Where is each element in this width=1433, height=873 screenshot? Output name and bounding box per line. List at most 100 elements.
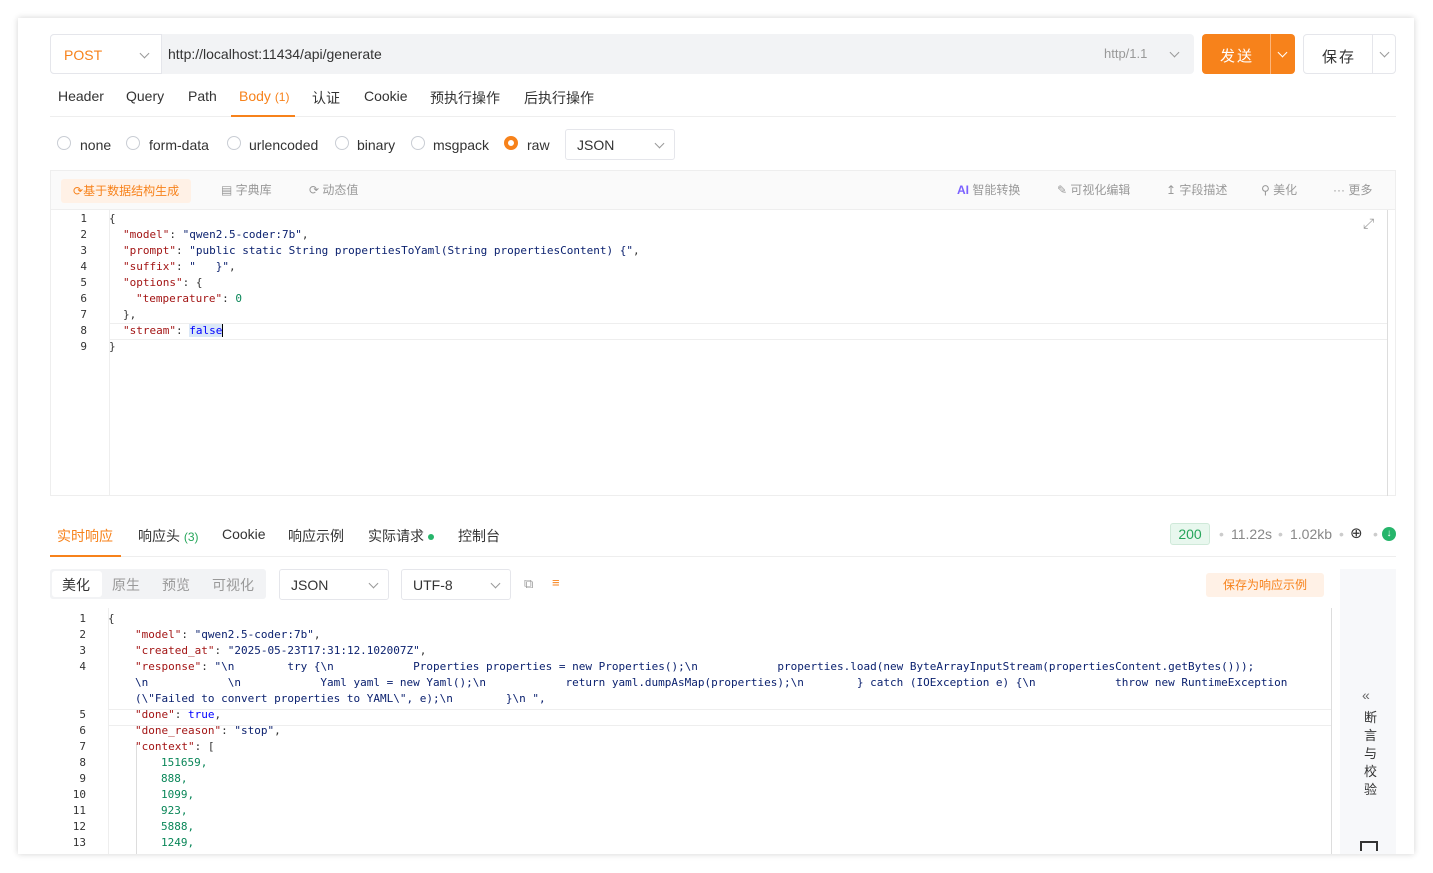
tab-body-count: (1) xyxy=(274,90,290,104)
body-format-select[interactable]: JSON xyxy=(565,129,675,160)
radio-none[interactable] xyxy=(57,136,71,150)
json-value: true xyxy=(188,708,215,721)
encoding-select[interactable]: UTF-8 xyxy=(401,569,511,600)
radio-label-none: none xyxy=(80,137,112,153)
globe-icon[interactable]: ⊕ xyxy=(1350,524,1363,542)
radio-raw[interactable] xyxy=(504,136,518,150)
beautify-label: 美化 xyxy=(1273,183,1298,197)
ai-convert-button[interactable]: AI 智能转换 xyxy=(957,171,1020,209)
generate-from-schema-button[interactable]: ⟳基于数据结构生成 xyxy=(61,179,192,203)
send-options-chevron-icon[interactable] xyxy=(1277,47,1288,58)
wrap-icon[interactable]: ≡ xyxy=(552,575,560,590)
chevron-down-icon xyxy=(490,578,501,589)
beautify-button[interactable]: ⚲ 美化 xyxy=(1261,171,1297,209)
save-button[interactable]: 保存 xyxy=(1303,34,1396,74)
method-select[interactable]: POST xyxy=(50,34,162,74)
line-number: 1 xyxy=(80,212,87,225)
visual-edit-button[interactable]: ✎ 可视化编辑 xyxy=(1057,171,1130,209)
field-desc-button[interactable]: ↥ 字段描述 xyxy=(1166,171,1227,209)
panel-icon[interactable] xyxy=(1360,841,1378,851)
json-key: "model" xyxy=(135,628,182,641)
radio-form-data[interactable] xyxy=(126,136,140,150)
mode-visualize[interactable]: 可视化 xyxy=(212,575,254,595)
line-number: 9 xyxy=(79,772,86,785)
code-line: "suffix": " }", xyxy=(123,260,236,273)
scrollbar-track xyxy=(1331,608,1332,854)
tab-cookie[interactable]: Cookie xyxy=(364,88,408,104)
json-value: "qwen2.5-coder:7b" xyxy=(194,628,314,641)
mode-raw[interactable]: 原生 xyxy=(112,575,140,595)
line-number: 7 xyxy=(79,740,86,753)
code-line: "done_reason": "stop", xyxy=(135,724,281,737)
json-value: "\n try {\n Properties properties = new … xyxy=(214,660,1255,673)
line-number: 11 xyxy=(72,804,86,817)
tab-live-response[interactable]: 实时响应 xyxy=(57,526,113,546)
radio-urlencoded[interactable] xyxy=(227,136,241,150)
copy-icon[interactable]: ⧉ xyxy=(524,576,533,592)
response-format-select[interactable]: JSON xyxy=(279,569,389,600)
divider xyxy=(1270,34,1271,74)
tab-label: 响应头 xyxy=(138,528,180,544)
radio-msgpack[interactable] xyxy=(411,136,425,150)
tab-query[interactable]: Query xyxy=(126,88,164,104)
collapse-left-icon[interactable]: « xyxy=(1362,687,1370,703)
send-button[interactable]: 发送 xyxy=(1202,34,1295,74)
response-body-viewer[interactable]: 1 2 3 4 5 6 7 8 9 10 11 12 13 { "model":… xyxy=(50,608,1340,854)
json-value: "public static String propertiesToYaml(S… xyxy=(189,244,633,257)
line-number: 10 xyxy=(72,788,86,801)
more-button[interactable]: ··· 更多 xyxy=(1333,171,1372,209)
field-desc-label: 字段描述 xyxy=(1179,183,1228,197)
radio-label-form-data: form-data xyxy=(149,137,209,153)
tab-post-script[interactable]: 后执行操作 xyxy=(524,88,594,108)
json-value: "qwen2.5-coder:7b" xyxy=(182,228,302,241)
line-number: 8 xyxy=(79,756,86,769)
response-size: 1.02kb xyxy=(1290,526,1333,542)
tab-auth[interactable]: 认证 xyxy=(312,88,340,108)
tab-console[interactable]: 控制台 xyxy=(458,526,500,546)
save-options-chevron-icon[interactable] xyxy=(1379,47,1390,58)
context-item: 1249, xyxy=(161,836,195,849)
line-number: 5 xyxy=(80,276,87,289)
assertion-side-panel[interactable]: « 断 言 与 校 验 xyxy=(1340,569,1396,854)
upload-icon: ↥ xyxy=(1166,183,1180,197)
context-item: 923, xyxy=(161,804,188,817)
mode-beautify[interactable]: 美化 xyxy=(62,575,90,595)
save-as-example-button[interactable]: 保存为响应示例 xyxy=(1206,573,1324,597)
gutter-divider xyxy=(108,608,109,854)
dynamic-value-button[interactable]: ⟳ 动态值 xyxy=(309,171,358,209)
dictionary-button[interactable]: ▤ 字典库 xyxy=(221,171,272,209)
json-key: "created_at" xyxy=(135,644,215,657)
download-icon[interactable]: ↓ xyxy=(1382,527,1396,541)
scrollbar-track xyxy=(1387,210,1388,496)
code-line: } xyxy=(109,340,116,353)
tab-response-example[interactable]: 响应示例 xyxy=(288,526,344,546)
code-line-wrapped: (\"Failed to convert properties to YAML\… xyxy=(135,692,546,705)
method-label: POST xyxy=(64,47,103,63)
protocol-select[interactable]: http/1.1 xyxy=(1104,46,1147,61)
mode-preview[interactable]: 预览 xyxy=(162,575,190,595)
separator-dot: • xyxy=(1219,526,1224,542)
radio-binary[interactable] xyxy=(335,136,349,150)
request-body-editor[interactable]: ⤢ 1 2 3 4 5 6 7 8 9 { "model": "qwen2.5-… xyxy=(50,210,1396,496)
tab-response-cookie[interactable]: Cookie xyxy=(222,526,266,542)
status-dot-icon xyxy=(428,534,434,541)
json-key: "context" xyxy=(135,740,195,753)
url-input[interactable]: http://localhost:11434/api/generate xyxy=(168,46,382,62)
json-key: "done" xyxy=(135,708,175,721)
tab-pre-script[interactable]: 预执行操作 xyxy=(430,88,500,108)
wand-icon: ⚲ xyxy=(1261,183,1274,197)
generate-label: 基于数据结构生成 xyxy=(83,184,180,198)
context-item: 1099, xyxy=(161,788,195,801)
line-number: 3 xyxy=(80,244,87,257)
current-line-highlight xyxy=(109,709,1331,726)
tab-header[interactable]: Header xyxy=(58,88,104,104)
tab-actual-request[interactable]: 实际请求 xyxy=(368,526,434,546)
tab-path[interactable]: Path xyxy=(188,88,217,104)
code-line: "temperature": 0 xyxy=(136,292,242,305)
expand-icon[interactable]: ⤢ xyxy=(1363,216,1374,232)
tab-body[interactable]: Body (1) xyxy=(239,88,289,104)
side-label-char: 校 xyxy=(1364,764,1378,779)
visual-edit-label: 可视化编辑 xyxy=(1070,183,1131,197)
tab-response-headers[interactable]: 响应头 (3) xyxy=(138,526,199,546)
code-line: { xyxy=(109,212,116,225)
